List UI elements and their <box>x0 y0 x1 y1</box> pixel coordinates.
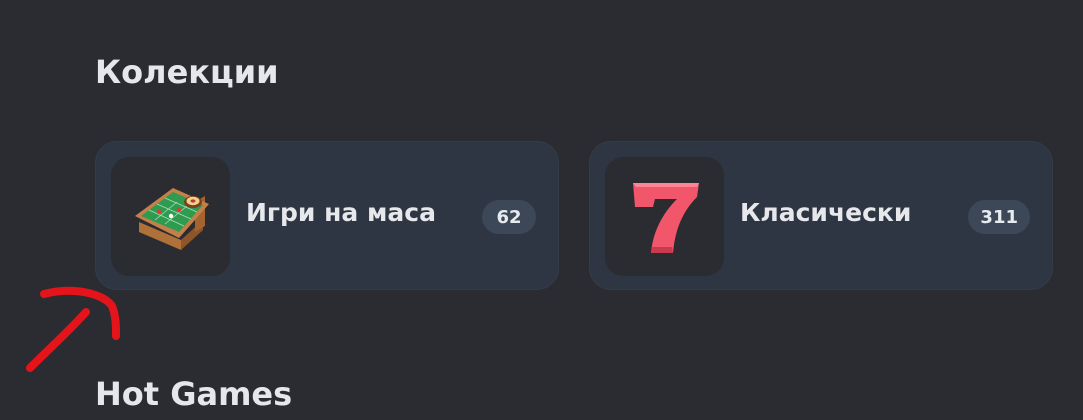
collection-label: Класически <box>740 198 912 227</box>
collection-card-table-games[interactable]: Игри на маса 62 <box>95 141 559 290</box>
collection-card-classic[interactable]: Класически 311 <box>589 141 1053 290</box>
collection-thumbnail <box>605 157 724 276</box>
hot-games-heading: Hot Games <box>95 375 293 413</box>
collection-count-badge: 62 <box>482 200 536 234</box>
roulette-table-icon <box>134 187 209 250</box>
collection-count-badge: 311 <box>968 200 1030 234</box>
collections-heading: Колекции <box>95 53 279 91</box>
lucky-seven-icon <box>632 182 699 253</box>
collection-thumbnail <box>111 157 230 276</box>
collection-label: Игри на маса <box>246 198 436 227</box>
